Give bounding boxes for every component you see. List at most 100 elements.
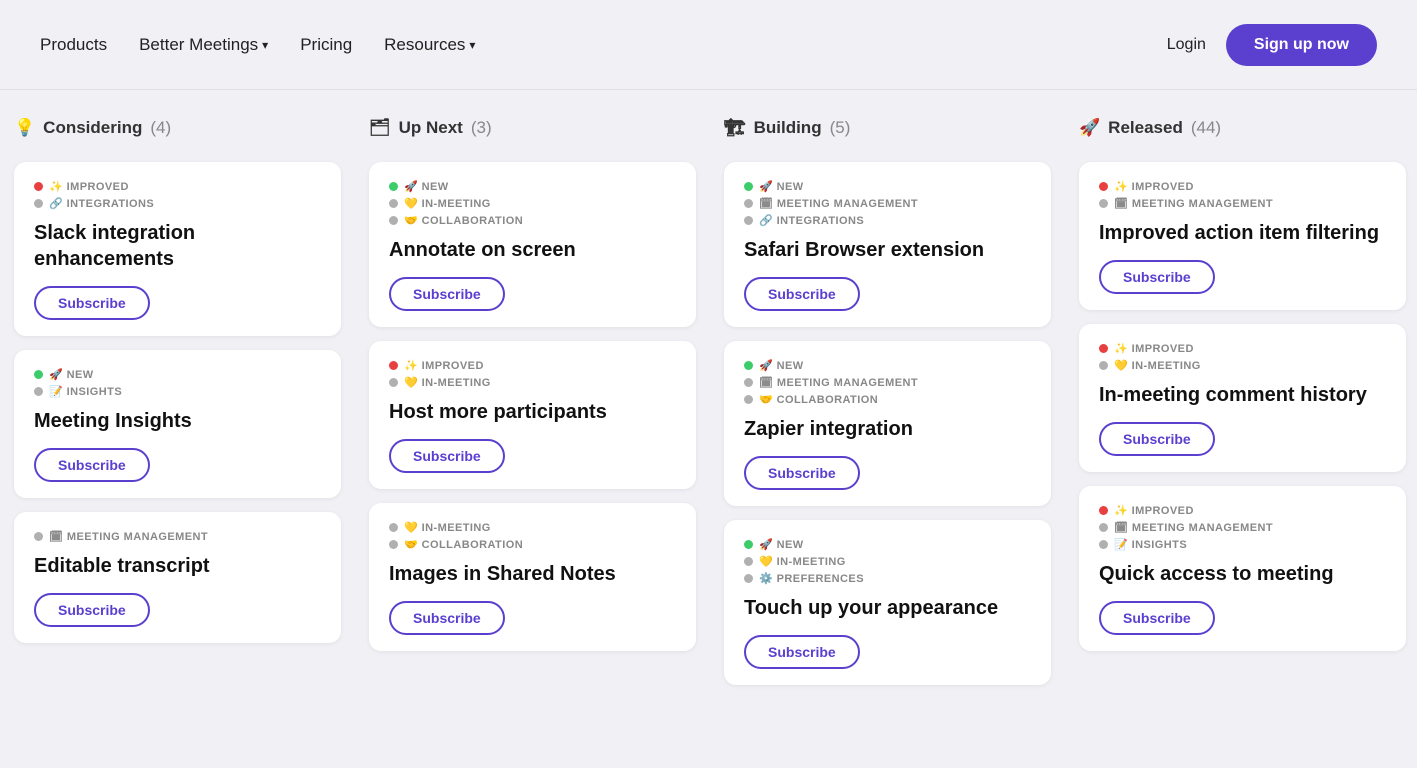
- feature-card: ✨ IMPROVED🗓 MEETING MANAGEMENTImproved a…: [1079, 162, 1406, 310]
- tag-dot: [744, 216, 753, 225]
- column-building: 🏗 Building (5)🚀 NEW🗓 MEETING MANAGEMENT🔗…: [710, 110, 1065, 768]
- tag-dot: [744, 540, 753, 549]
- tag-label: 🗓 MEETING MANAGEMENT: [1114, 521, 1273, 534]
- tag-dot: [389, 523, 398, 532]
- tag-label: 🤝 COLLABORATION: [404, 538, 523, 551]
- tag-row: 📝 INSIGHTS: [1099, 538, 1386, 551]
- tag-dot: [1099, 182, 1108, 191]
- tag-row: 💛 IN-MEETING: [389, 197, 676, 210]
- signup-button[interactable]: Sign up now: [1226, 24, 1377, 66]
- tag-label: ✨ IMPROVED: [1114, 180, 1194, 193]
- subscribe-button[interactable]: Subscribe: [744, 277, 860, 311]
- tag-dot: [744, 378, 753, 387]
- subscribe-button[interactable]: Subscribe: [1099, 260, 1215, 294]
- tag-dot: [1099, 344, 1108, 353]
- tag-label: 🚀 NEW: [759, 538, 804, 551]
- card-title: Zapier integration: [744, 416, 1031, 442]
- subscribe-button[interactable]: Subscribe: [389, 277, 505, 311]
- tag-label: 🔗 INTEGRATIONS: [759, 214, 864, 227]
- tag-dot: [34, 387, 43, 396]
- tag-dot: [744, 199, 753, 208]
- nav-resources[interactable]: Resources ▾: [384, 35, 475, 55]
- tag-row: 🤝 COLLABORATION: [389, 538, 676, 551]
- column-count: (4): [150, 118, 171, 138]
- tag-row: 🔗 INTEGRATIONS: [34, 197, 321, 210]
- feature-card: ✨ IMPROVED 🗓 MEETING MANAGEMENT 📝 INSIGHTS…: [1079, 486, 1406, 651]
- subscribe-button[interactable]: Subscribe: [34, 448, 150, 482]
- login-button[interactable]: Login: [1167, 36, 1206, 54]
- tag-dot: [389, 182, 398, 191]
- card-tags: 🚀 NEW🗓 MEETING MANAGEMENT🔗 INTEGRATIONS: [744, 180, 1031, 227]
- tag-dot: [389, 199, 398, 208]
- card-title: Touch up your appearance: [744, 595, 1031, 621]
- tag-row: ✨ IMPROVED: [1099, 342, 1386, 355]
- card-tags: 🗓 MEETING MANAGEMENT: [34, 530, 321, 543]
- tag-row: ⚙️ PREFERENCES: [744, 572, 1031, 585]
- card-title: Slack integration enhancements: [34, 220, 321, 272]
- tag-row: ✨ IMPROVED: [1099, 180, 1386, 193]
- tag-label: 💛 IN-MEETING: [404, 197, 491, 210]
- tag-row: 🚀 NEW: [744, 538, 1031, 551]
- subscribe-button[interactable]: Subscribe: [1099, 422, 1215, 456]
- subscribe-button[interactable]: Subscribe: [1099, 601, 1215, 635]
- column-emoji: 🏗: [724, 118, 746, 138]
- card-title: Meeting Insights: [34, 408, 321, 434]
- card-title: Quick access to meeting: [1099, 561, 1386, 587]
- tag-dot: [1099, 540, 1108, 549]
- tag-label: ✨ IMPROVED: [1114, 342, 1194, 355]
- column-title: Released: [1108, 118, 1183, 138]
- tag-row: 🗓 MEETING MANAGEMENT: [1099, 521, 1386, 534]
- feature-card: ✨ IMPROVED 🔗 INTEGRATIONS Slack integratio…: [14, 162, 341, 336]
- nav-better-meetings[interactable]: Better Meetings ▾: [139, 35, 268, 55]
- tag-row: 🗓 MEETING MANAGEMENT: [744, 376, 1031, 389]
- tag-label: 🗓 MEETING MANAGEMENT: [49, 530, 208, 543]
- tag-label: ✨ IMPROVED: [49, 180, 129, 193]
- column-emoji: 🚀: [1079, 118, 1100, 138]
- subscribe-button[interactable]: Subscribe: [34, 593, 150, 627]
- kanban-board: 💡 Considering (4)✨ IMPROVED🔗 INTEGRATION…: [0, 90, 1417, 768]
- feature-card: 🚀 NEW💛 IN-MEETING🤝 COLLABORATIONAnnotate…: [369, 162, 696, 327]
- column-header-up-next: 🗂 Up Next (3): [369, 110, 696, 146]
- column-header-released: 🚀 Released (44): [1079, 110, 1406, 146]
- subscribe-button[interactable]: Subscribe: [389, 601, 505, 635]
- nav-products[interactable]: Products: [40, 35, 107, 55]
- tag-label: 🔗 INTEGRATIONS: [49, 197, 154, 210]
- feature-card: 🚀 NEW💛 IN-MEETING⚙️ PREFERENCESTouch up …: [724, 520, 1051, 685]
- card-tags: ✨ IMPROVED💛 IN-MEETING: [389, 359, 676, 389]
- feature-card: 🗓 MEETING MANAGEMENT Editable transcript S…: [14, 512, 341, 643]
- tag-row: 🤝 COLLABORATION: [389, 214, 676, 227]
- tag-dot: [744, 182, 753, 191]
- tag-dot: [389, 378, 398, 387]
- subscribe-button[interactable]: Subscribe: [34, 286, 150, 320]
- tag-dot: [34, 182, 43, 191]
- column-title: Considering: [43, 118, 142, 138]
- tag-label: 🗓 MEETING MANAGEMENT: [759, 197, 918, 210]
- chevron-down-icon: ▾: [469, 38, 475, 52]
- tag-label: 💛 IN-MEETING: [404, 376, 491, 389]
- card-tags: 🚀 NEW 🗓 MEETING MANAGEMENT 🤝 COLLABORATION: [744, 359, 1031, 406]
- card-tags: ✨ IMPROVED 🔗 INTEGRATIONS: [34, 180, 321, 210]
- tag-dot: [34, 199, 43, 208]
- nav-pricing[interactable]: Pricing: [300, 35, 352, 55]
- column-up-next: 🗂 Up Next (3)🚀 NEW💛 IN-MEETING🤝 COLLABOR…: [355, 110, 710, 768]
- tag-dot: [744, 395, 753, 404]
- tag-dot: [389, 540, 398, 549]
- subscribe-button[interactable]: Subscribe: [744, 635, 860, 669]
- subscribe-button[interactable]: Subscribe: [744, 456, 860, 490]
- card-title: Safari Browser extension: [744, 237, 1031, 263]
- tag-dot: [744, 574, 753, 583]
- feature-card: 🚀 NEW 📝 INSIGHTS Meeting Insights Subscribe: [14, 350, 341, 498]
- tag-label: ✨ IMPROVED: [1114, 504, 1194, 517]
- nav-right: Login Sign up now: [1167, 24, 1377, 66]
- navigation: Products Better Meetings ▾ Pricing Resou…: [0, 0, 1417, 90]
- card-title: Editable transcript: [34, 553, 321, 579]
- card-tags: 🚀 NEW💛 IN-MEETING🤝 COLLABORATION: [389, 180, 676, 227]
- card-title: In-meeting comment history: [1099, 382, 1386, 408]
- tag-label: 🤝 COLLABORATION: [759, 393, 878, 406]
- subscribe-button[interactable]: Subscribe: [389, 439, 505, 473]
- tag-row: 📝 INSIGHTS: [34, 385, 321, 398]
- tag-row: 🤝 COLLABORATION: [744, 393, 1031, 406]
- tag-label: 🚀 NEW: [49, 368, 94, 381]
- tag-row: 🚀 NEW: [744, 359, 1031, 372]
- feature-card: 🚀 NEW 🗓 MEETING MANAGEMENT 🤝 COLLABORATION…: [724, 341, 1051, 506]
